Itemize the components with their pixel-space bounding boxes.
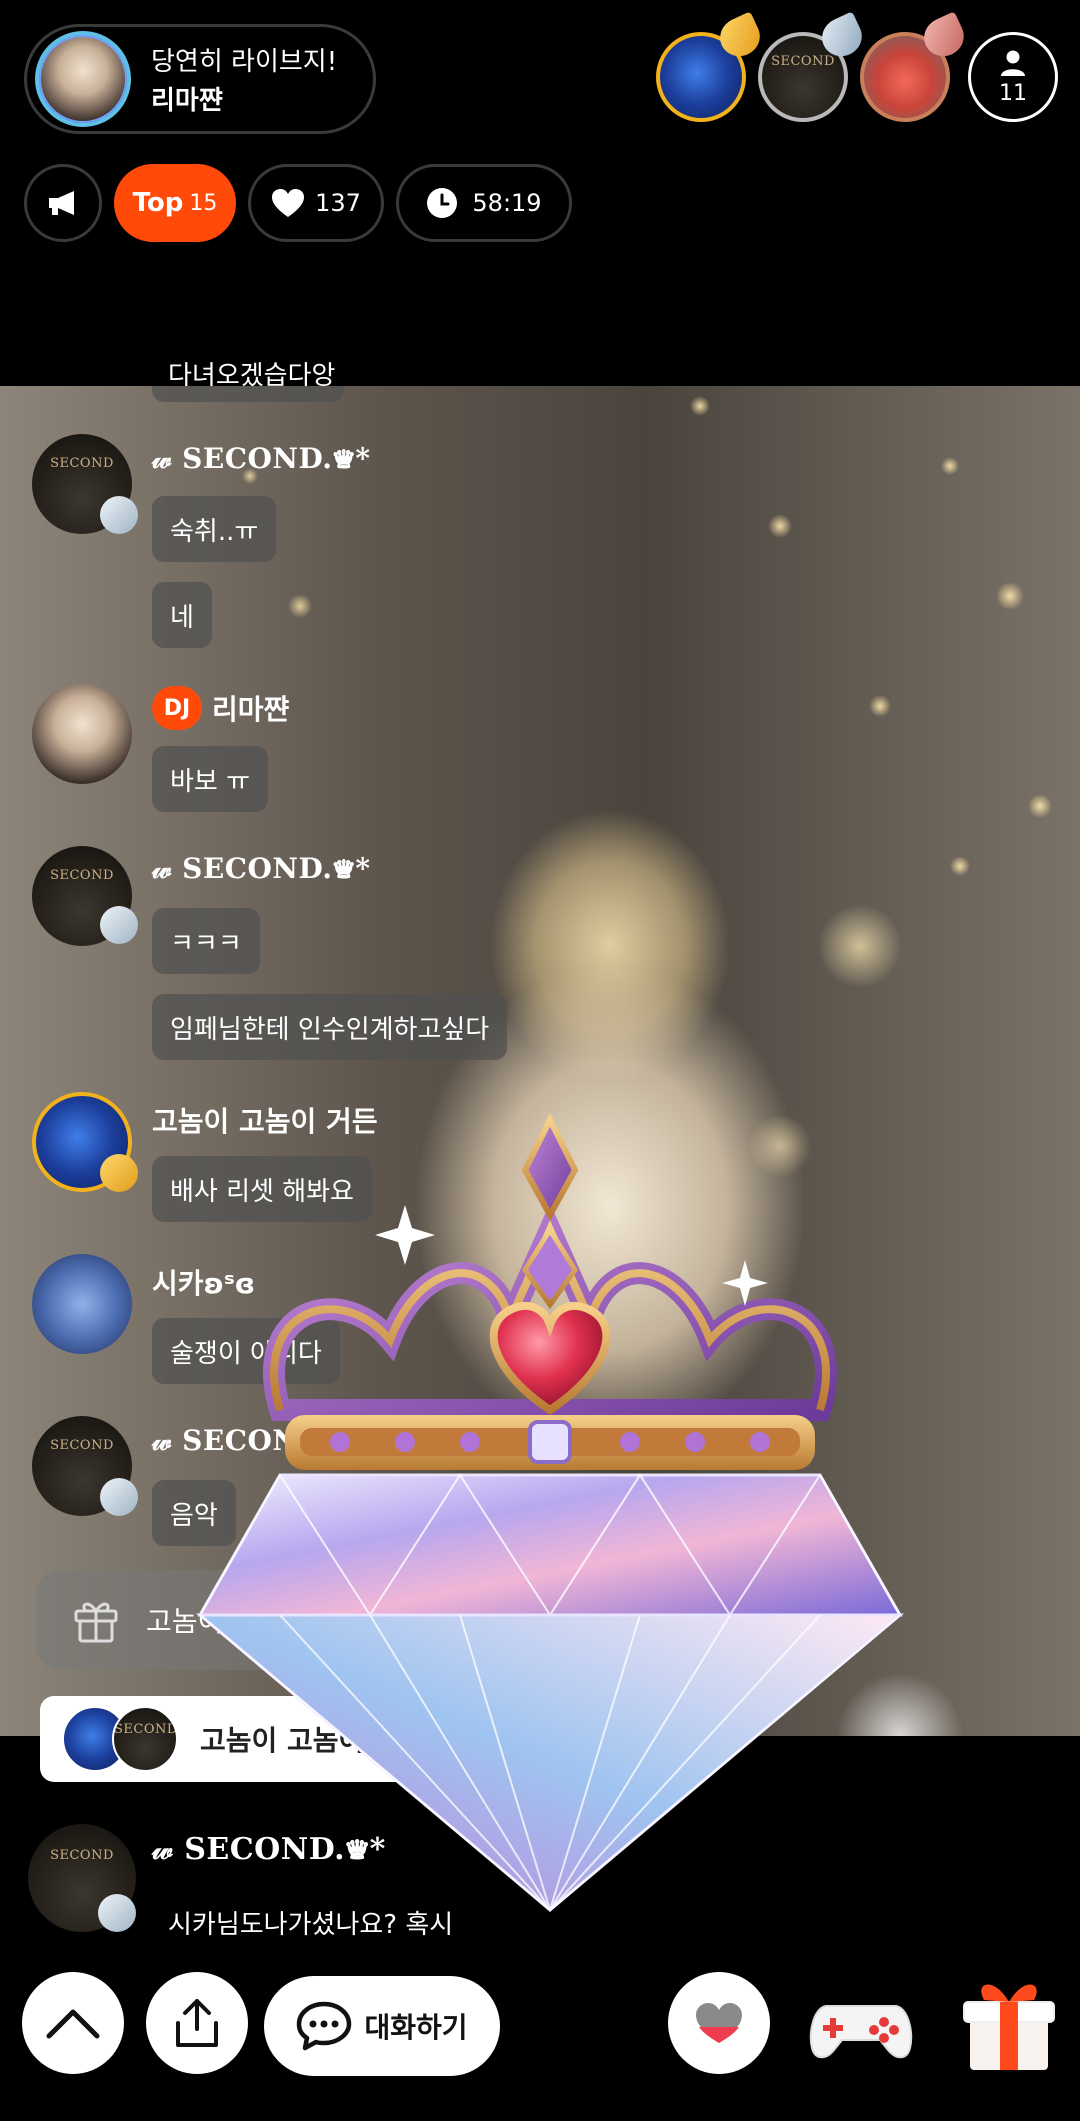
chat-avatar[interactable] bbox=[32, 1254, 132, 1354]
chat-bubble-icon bbox=[297, 2001, 352, 2051]
wing-badge-icon bbox=[100, 1478, 138, 1516]
heart-icon bbox=[272, 189, 305, 217]
chat-message: 네 bbox=[152, 582, 212, 648]
broadcast-timer: 58:19 bbox=[396, 164, 572, 242]
gamepad-icon[interactable] bbox=[806, 1972, 916, 2082]
notice-button[interactable] bbox=[24, 164, 102, 242]
wing-badge-icon bbox=[98, 1894, 136, 1932]
chat-nickname-row[interactable]: DJ 리마쨘 bbox=[152, 686, 289, 730]
elapsed-time: 58:19 bbox=[472, 189, 542, 217]
scroll-up-button[interactable] bbox=[22, 1972, 124, 2074]
top-rank-button[interactable]: Top 15 bbox=[114, 164, 236, 242]
chat-button-label: 대화하기 bbox=[364, 2011, 468, 2044]
chat-bubble-tail bbox=[152, 386, 344, 402]
chat-input-button[interactable]: 대화하기 bbox=[264, 1976, 500, 2076]
top-fans bbox=[656, 11, 971, 122]
gift-icon bbox=[74, 1602, 118, 1643]
top-fan-2[interactable] bbox=[758, 11, 869, 122]
streamer-info[interactable]: 당연히 라이브지! 리마쨘 bbox=[24, 24, 376, 134]
top-fan-3[interactable] bbox=[860, 11, 971, 122]
chat-nickname[interactable]: 𝓌 SECOND.♛* bbox=[152, 852, 371, 886]
wing-badge-icon bbox=[100, 496, 138, 534]
person-icon bbox=[1001, 50, 1025, 76]
likes-button[interactable]: 137 bbox=[248, 164, 384, 242]
chat-message: 숙취..ㅠ bbox=[152, 496, 277, 562]
chat-nickname: 리마쨘 bbox=[212, 693, 290, 726]
share-icon bbox=[176, 1999, 218, 2047]
streamer-name: 리마쨘 bbox=[151, 86, 223, 116]
top-fan-1[interactable] bbox=[656, 11, 767, 122]
toast-avatar bbox=[112, 1706, 178, 1772]
chat-message: 임페님한테 인수인계하고싶다 bbox=[152, 994, 508, 1060]
crown-diamond-gift-effect bbox=[195, 1113, 905, 1912]
dj-badge: DJ bbox=[152, 686, 202, 730]
chat-nickname[interactable]: 𝓌 SECOND.♛* bbox=[152, 442, 371, 476]
share-button[interactable] bbox=[146, 1972, 248, 2074]
top-label: Top bbox=[132, 188, 184, 218]
likes-count: 137 bbox=[315, 189, 361, 217]
top-rank: 15 bbox=[189, 190, 218, 216]
wing-badge-icon bbox=[100, 906, 138, 944]
chat-message: ㅋㅋㅋ bbox=[152, 908, 260, 974]
viewer-count-button[interactable]: 11 bbox=[968, 32, 1058, 122]
heart-icon bbox=[696, 2003, 742, 2043]
gift-box-icon[interactable] bbox=[954, 1966, 1064, 2076]
like-button[interactable] bbox=[668, 1972, 770, 2074]
chat-message: 바보 ㅠ bbox=[152, 746, 269, 812]
stream-title: 당연히 라이브지! bbox=[151, 47, 338, 77]
megaphone-icon bbox=[49, 191, 74, 215]
gold-wing-icon bbox=[100, 1154, 138, 1192]
chat-avatar[interactable] bbox=[32, 684, 132, 784]
streamer-avatar bbox=[35, 31, 131, 127]
chevron-up-icon bbox=[46, 2009, 100, 2039]
clock-icon bbox=[427, 188, 458, 218]
viewer-count: 11 bbox=[999, 80, 1027, 106]
